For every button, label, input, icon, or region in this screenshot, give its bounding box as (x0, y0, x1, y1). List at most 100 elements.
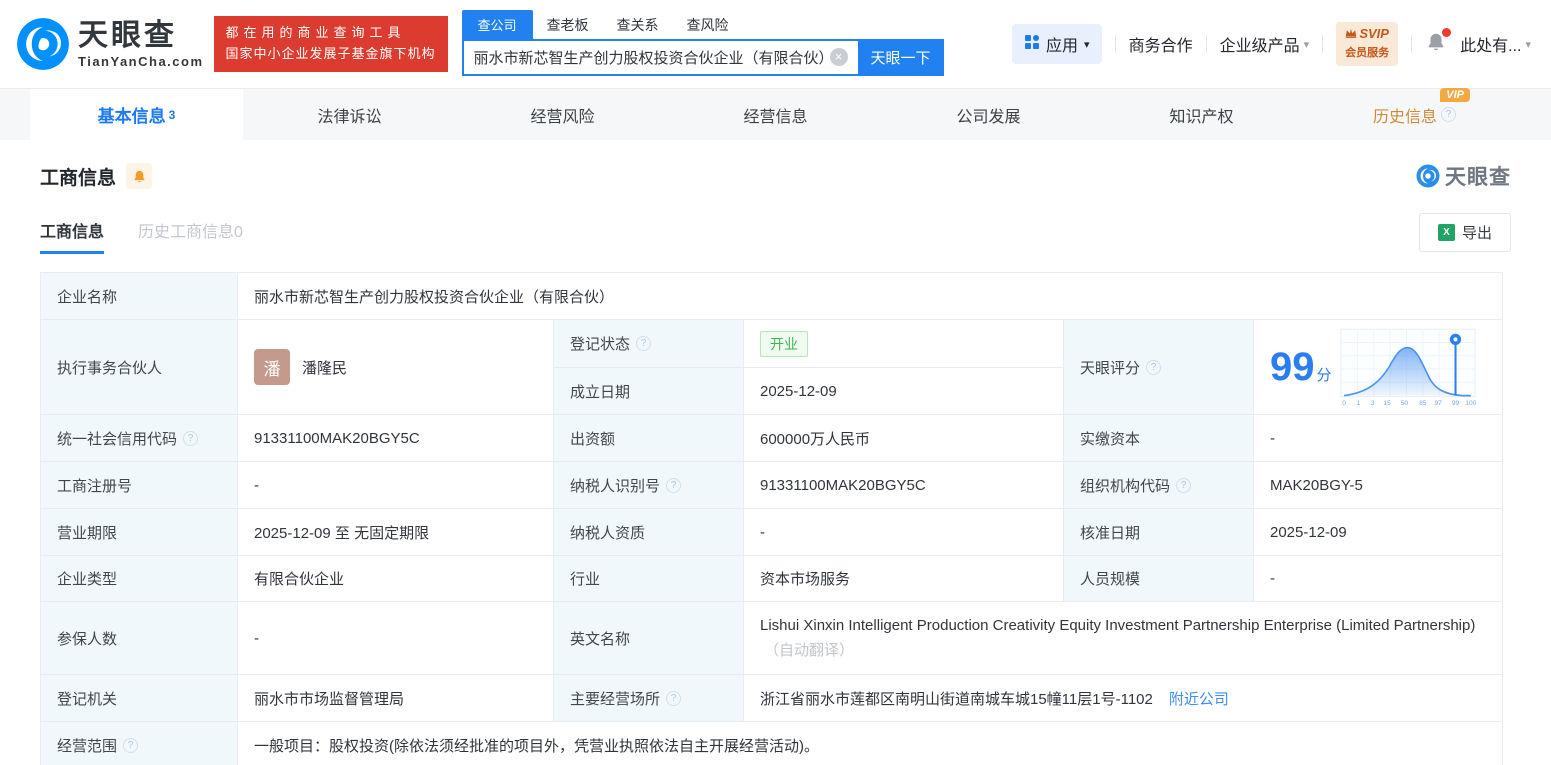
help-icon[interactable]: ? (183, 430, 199, 446)
tab-operating-info[interactable]: 经营信息 (669, 89, 882, 140)
promo-line1: 都在用的商业查询工具 (225, 25, 406, 41)
tab-intellectual-property[interactable]: 知识产权 (1095, 89, 1308, 140)
field-label-english-name: 英文名称 (554, 602, 744, 675)
tab-history-info[interactable]: 历史信息 VIP ? (1308, 87, 1521, 140)
export-label: 导出 (1461, 225, 1492, 242)
field-value-org-code: MAK20BGY-5 (1254, 462, 1503, 509)
watermark-logo: 天眼查 (1416, 161, 1511, 191)
field-value-establish-date: 2025-12-09 (744, 368, 1064, 415)
field-value-executive-partner: 潘 潘隆民 (238, 320, 554, 415)
field-value-taxpayer-quality: - (744, 509, 1064, 556)
subtabs-row: 工商信息 历史工商信息0 X 导出 (40, 213, 1511, 258)
search-tab-risk[interactable]: 查风险 (673, 11, 743, 39)
english-name-text: Lishui Xinxin Intelligent Production Cre… (760, 617, 1476, 634)
notifications-button[interactable] (1425, 27, 1452, 58)
subtab-business-info[interactable]: 工商信息 (40, 218, 105, 254)
header: 天眼查 TianYanCha.com 都在用的商业查询工具 国家中小企业发展子基… (0, 0, 1551, 88)
svg-text:1: 1 (1356, 400, 1360, 407)
score-distribution-chart: 0 1 3 15 50 85 97 99 100 (1340, 328, 1476, 407)
field-value-staff-size: - (1254, 556, 1503, 602)
field-value-company-name: 丽水市新芯智生产创力股权投资合伙企业（有限合伙） (238, 273, 1503, 320)
tab-label: 法律诉讼 (317, 108, 382, 126)
field-label-establish-date: 成立日期 (554, 368, 744, 415)
tab-basic-info[interactable]: 基本信息 3 (30, 89, 243, 140)
field-label-staff-size: 人员规模 (1064, 556, 1254, 602)
watermark-text: 天眼查 (1445, 166, 1511, 189)
divider (1114, 35, 1116, 53)
field-label-business-address: 主要经营场所 ? (554, 675, 744, 722)
field-value-tyc-score: 99 分 0 1 3 15 50 85 97 99 100 (1254, 320, 1503, 415)
subtab-history-business-info[interactable]: 历史工商信息0 (138, 218, 243, 254)
tab-operating-risk[interactable]: 经营风险 (456, 89, 669, 140)
account-label: 此处有... (1460, 38, 1522, 55)
help-icon[interactable]: ? (666, 690, 682, 706)
help-icon[interactable]: ? (1441, 107, 1456, 122)
section-header: 工商信息 天眼查 (40, 161, 1511, 191)
tab-label: 公司发展 (956, 108, 1021, 126)
field-value-capital: 600000万人民币 (744, 415, 1064, 462)
nav-cooperation[interactable]: 商务合作 (1129, 32, 1193, 56)
help-icon[interactable]: ? (666, 477, 682, 493)
promo-badge: 都在用的商业查询工具 国家中小企业发展子基金旗下机构 (213, 16, 448, 72)
tab-company-development[interactable]: 公司发展 (882, 89, 1095, 140)
search-tab-relation[interactable]: 查关系 (603, 11, 673, 39)
search-tabs: 查公司 查老板 查关系 查风险 (461, 10, 944, 39)
field-label-taxpayer-quality: 纳税人资质 (554, 509, 744, 556)
divider (1322, 35, 1324, 53)
field-value-english-name: Lishui Xinxin Intelligent Production Cre… (744, 602, 1503, 675)
svip-membership-button[interactable]: SVIP 会员服务 (1336, 21, 1399, 67)
score-number: 99 分 (1270, 347, 1332, 387)
partner-avatar[interactable]: 潘 (254, 349, 290, 385)
field-label-business-scope: 经营范围 ? (41, 722, 238, 765)
bell-icon (134, 170, 144, 182)
search-tab-boss[interactable]: 查老板 (533, 11, 603, 39)
tianyancha-logo-icon (1416, 164, 1440, 188)
chevron-down-icon: ▾ (1303, 38, 1310, 51)
account-menu[interactable]: 此处有... ▾ (1460, 32, 1531, 56)
search-box: 查公司 查老板 查关系 查风险 × 天眼一下 (461, 10, 944, 76)
svip-sublabel: 会员服务 (1345, 47, 1390, 60)
nav-enterprise-products[interactable]: 企业级产品 ▾ (1220, 32, 1310, 56)
search-input[interactable] (461, 39, 858, 76)
svg-text:3: 3 (1370, 400, 1374, 407)
field-value-registration-number: - (238, 462, 554, 509)
tab-label: 历史信息 (1372, 108, 1437, 126)
notification-dot (1442, 27, 1452, 37)
export-button[interactable]: X 导出 (1418, 213, 1511, 252)
score-unit: 分 (1316, 367, 1332, 384)
field-value-industry: 资本市场服务 (744, 556, 1064, 602)
monitor-bell-button[interactable] (126, 163, 153, 189)
svip-label: SVIP (1359, 25, 1389, 41)
tab-label: 经营风险 (530, 108, 595, 126)
apps-menu[interactable]: 应用 ▾ (1012, 24, 1102, 64)
field-label-registration-number: 工商注册号 (41, 462, 238, 509)
svg-text:50: 50 (1400, 400, 1408, 407)
field-value-business-scope: 一般项目：股权投资(除依法须经批准的项目外，凭营业执照依法自主开展经营活动)。 (238, 722, 1503, 765)
chevron-down-icon: ▾ (1525, 38, 1531, 51)
field-label-credit-code: 统一社会信用代码 ? (41, 415, 238, 462)
field-value-insured-count: - (238, 602, 554, 675)
field-value-approval-date: 2025-12-09 (1254, 509, 1503, 556)
help-icon[interactable]: ? (123, 737, 139, 753)
help-icon[interactable]: ? (636, 336, 652, 351)
svg-text:100: 100 (1465, 400, 1476, 407)
tianyancha-logo-icon (16, 17, 70, 71)
brand-logo[interactable]: 天眼查 TianYanCha.com (16, 17, 204, 71)
search-button[interactable]: 天眼一下 (857, 39, 944, 76)
promo-line2: 国家中小企业发展子基金旗下机构 (225, 46, 436, 61)
help-icon[interactable]: ? (1176, 477, 1192, 493)
nearby-companies-link[interactable]: 附近公司 (1169, 688, 1229, 709)
top-navigation: 应用 ▾ 商务合作 企业级产品 ▾ SVIP 会员服务 此处有... ▾ (1012, 21, 1531, 67)
divider (1411, 35, 1413, 53)
clear-search-icon[interactable]: × (829, 48, 848, 66)
field-value-credit-code: 91331100MAK20BGY5C (238, 415, 554, 462)
help-icon[interactable]: ? (1146, 359, 1162, 375)
field-label-registry-authority: 登记机关 (41, 675, 238, 722)
status-badge-open: 开业 (760, 330, 808, 357)
tab-legal-proceedings[interactable]: 法律诉讼 (243, 89, 456, 140)
search-tab-company[interactable]: 查公司 (461, 10, 533, 39)
field-label-registration-status: 登记状态 ? (554, 320, 744, 368)
divider (1205, 35, 1207, 53)
field-label-taxpayer-id: 纳税人识别号 ? (554, 462, 744, 509)
partner-name-link[interactable]: 潘隆民 (302, 357, 347, 378)
